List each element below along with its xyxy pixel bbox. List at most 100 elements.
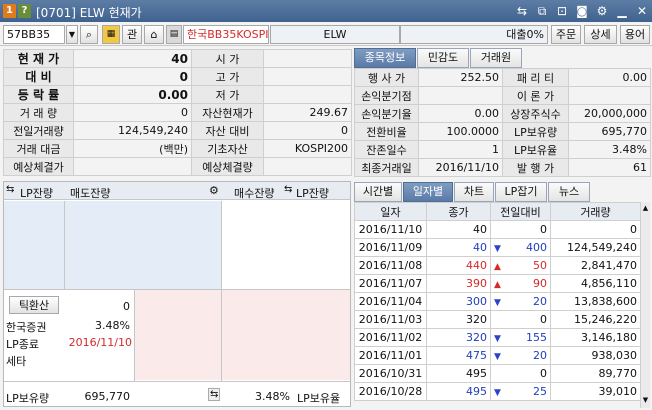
up-arrow-icon: ▲ [494, 262, 501, 272]
history-row[interactable]: 2016/11/08 440 ▲ 50 2,841,470 [354, 256, 641, 275]
quote-label-2: 고 가 [191, 67, 264, 86]
history-close: 40 [426, 220, 491, 239]
tab-time[interactable]: 시간별 [354, 182, 402, 202]
lp-end-label: LP종료 [6, 338, 40, 351]
info-label: 전환비율 [354, 122, 419, 141]
tab-lp-catch[interactable]: LP잡기 [495, 182, 547, 202]
quote-label: 전일거래량 [3, 121, 74, 140]
loan-field: 대출0% [400, 25, 548, 44]
quote-value-2 [263, 157, 352, 176]
swap-icon-left[interactable]: ⇆ [6, 184, 14, 195]
code-value: 57BB35 [7, 28, 51, 41]
swap-icon-right[interactable]: ⇆ [284, 184, 292, 195]
gwan-button[interactable]: 관 [122, 25, 142, 44]
quote-label-2: 기초자산 [191, 139, 264, 158]
info-row: 최종거래일 2016/11/10 발 행 가 61 [354, 158, 651, 177]
quote-row: 등 락 률 0.00 저 가 [3, 85, 352, 104]
history-change-value: 0 [540, 313, 547, 326]
history-date: 2016/10/28 [354, 382, 427, 401]
history-row[interactable]: 2016/11/01 475 ▼ 20 938,030 [354, 346, 641, 365]
quote-value-2: 249.67 [263, 103, 352, 122]
history-row[interactable]: 2016/11/03 320 0 15,246,220 [354, 310, 641, 329]
history-close: 300 [426, 292, 491, 311]
history-volume: 89,770 [550, 364, 641, 383]
history-volume: 4,856,110 [550, 274, 641, 293]
history-volume: 39,010 [550, 382, 641, 401]
history-close: 475 [426, 346, 491, 365]
history-change: ▼ 25 [490, 382, 551, 401]
info-value: 0.00 [418, 104, 503, 123]
info-value: 252.50 [418, 68, 503, 87]
quote-label: 등 락 률 [3, 85, 74, 104]
close-icon[interactable]: ✕ [634, 3, 650, 19]
name-field[interactable]: 한국BB35KOSPI [183, 25, 269, 44]
history-row[interactable]: 2016/10/28 495 ▼ 25 39,010 [354, 382, 641, 401]
quote-value: 0 [73, 67, 192, 86]
history-tabs: 시간별 일자별 차트 LP잡기 뉴스 [354, 182, 650, 202]
calendar-icon[interactable]: ▦ [102, 25, 120, 44]
history-change-value: 0 [540, 223, 547, 236]
info-label: 손익분기율 [354, 104, 419, 123]
quote-row: 거래 대금 (백만) 기초자산 KOSPI200 [3, 139, 352, 158]
history-row[interactable]: 2016/11/10 40 0 0 [354, 220, 641, 239]
info-value-2: 61 [568, 158, 651, 177]
terms-button[interactable]: 용어 [620, 25, 650, 44]
history-change-value: 20 [533, 349, 547, 362]
camera-icon[interactable]: ◙ [574, 3, 590, 19]
info-tabs: 종목정보 민감도 거래원 [354, 48, 650, 68]
gear-icon[interactable]: ⚙ [209, 184, 219, 197]
settings-icon[interactable]: ⚙ [594, 3, 610, 19]
quote-value: 0.00 [73, 85, 192, 104]
scroll-down-icon[interactable]: ▼ [642, 396, 649, 406]
tab-broker[interactable]: 거래원 [470, 48, 522, 68]
history-row[interactable]: 2016/10/31 495 0 89,770 [354, 364, 641, 383]
popup-icon[interactable]: ⧉ [534, 3, 550, 19]
tab-sensitivity[interactable]: 민감도 [417, 48, 469, 68]
lp-end-date: 2016/11/10 [68, 336, 132, 349]
quote-value-2: KOSPI200 [263, 139, 352, 158]
info-value: 1 [418, 140, 503, 159]
history-change: ▼ 155 [490, 328, 551, 347]
history-change-value: 20 [533, 295, 547, 308]
tick-convert-button[interactable]: 틱환산 [9, 296, 59, 314]
info-label: 최종거래일 [354, 158, 419, 177]
down-arrow-icon: ▼ [494, 298, 501, 308]
bid-area [221, 289, 350, 380]
history-scrollbar[interactable]: ▲ ▼ [640, 202, 650, 408]
tab-chart[interactable]: 차트 [454, 182, 494, 202]
link-icon[interactable]: ⇆ [514, 3, 530, 19]
history-row[interactable]: 2016/11/04 300 ▼ 20 13,838,600 [354, 292, 641, 311]
footer-rate: 3.48% [255, 390, 290, 403]
lock-icon[interactable]: ⊡ [554, 3, 570, 19]
quote-row: 거 래 량 0 자산현재가 249.67 [3, 103, 352, 122]
history-change: 0 [490, 220, 551, 239]
scroll-up-icon[interactable]: ▲ [642, 204, 649, 214]
code-input[interactable]: 57BB35 [3, 25, 65, 44]
ask-area [4, 201, 221, 289]
code-dropdown-icon[interactable]: ▼ [66, 25, 78, 44]
history-row[interactable]: 2016/11/09 40 ▼ 400 124,549,240 [354, 238, 641, 257]
toolbar: 57BB35 ▼ ⌕ ▦ 관 ⌂ ▤ 한국BB35KOSPI ELW 대출0% … [0, 22, 652, 46]
quote-table: 현 재 가 40 시 가대 비0고 가등 락 률 0.00 저 가거 래 량 0 자산현재가… [3, 49, 352, 176]
memo-icon[interactable]: ▤ [166, 25, 182, 44]
minimize-icon[interactable]: ▁ [614, 3, 630, 19]
issuer-rate: 3.48% [95, 319, 130, 332]
history-change: ▲ 90 [490, 274, 551, 293]
order-button[interactable]: 주문 [551, 25, 581, 44]
badge-1[interactable]: 1 [3, 4, 16, 18]
quote-label: 예상체결가 [3, 157, 74, 176]
detail-button[interactable]: 상세 [584, 25, 617, 44]
history-row[interactable]: 2016/11/02 320 ▼ 155 3,146,180 [354, 328, 641, 347]
tab-stock-info[interactable]: 종목정보 [354, 48, 416, 68]
toggle-icon[interactable]: ⇆ [208, 388, 221, 401]
info-label-2: LP보유율 [502, 140, 569, 159]
help-badge[interactable]: ? [18, 4, 31, 18]
tab-daily[interactable]: 일자별 [403, 182, 453, 202]
search-icon[interactable]: ⌕ [80, 25, 98, 44]
history-change: ▼ 400 [490, 238, 551, 257]
history-date: 2016/11/10 [354, 220, 427, 239]
home-icon[interactable]: ⌂ [144, 25, 164, 44]
tab-news[interactable]: 뉴스 [548, 182, 590, 202]
history-date: 2016/11/01 [354, 346, 427, 365]
history-row[interactable]: 2016/11/07 390 ▲ 90 4,856,110 [354, 274, 641, 293]
